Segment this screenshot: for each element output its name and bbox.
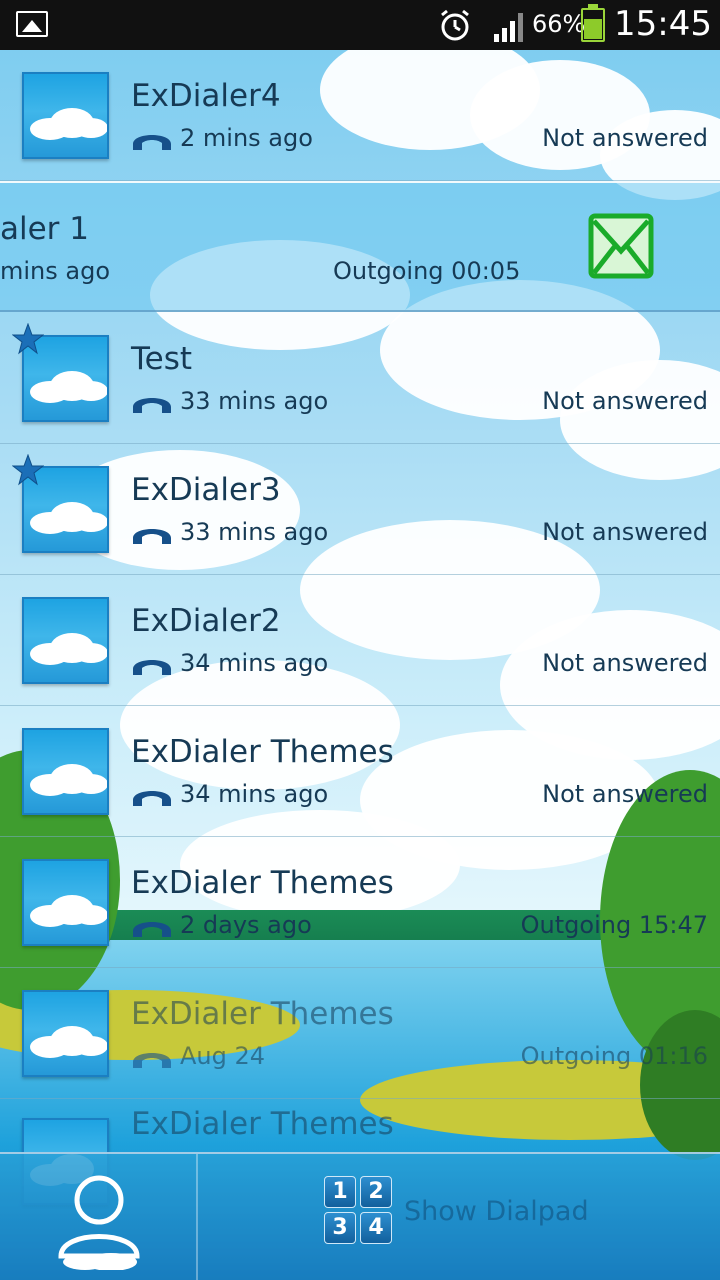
status-bar: 66% 15:45 [0,0,720,50]
show-dialpad-button[interactable]: 1 2 3 4 Show Dialpad [200,1154,720,1280]
call-time: 2 mins ago [180,124,313,152]
contact-name: ExDialer Themes [131,1106,394,1142]
contact-name: Test [131,341,193,377]
contact-name: ExDialer Themes [131,996,394,1032]
signal-icon [494,13,523,42]
dialpad-icon: 1 2 3 4 [324,1176,394,1246]
call-log-row[interactable]: ExDialer Themes 34 mins ago Not answered [0,706,720,837]
call-status: Outgoing 00:05 [333,257,521,285]
contact-name: ExDialer Themes [131,865,394,901]
dialpad-key: 4 [360,1212,392,1244]
call-time: 34 mins ago [180,649,329,677]
person-icon [58,1175,140,1270]
missed-call-icon [133,135,171,150]
missed-call-icon [133,398,171,413]
call-status: Not answered [542,387,708,415]
call-log-row[interactable]: ExDialer4 2 mins ago Not answered [0,50,720,181]
contact-name: ExDialer2 [131,603,281,639]
dialpad-key: 1 [324,1176,356,1208]
dialpad-key: 3 [324,1212,356,1244]
call-log-row[interactable]: ExDialer3 33 mins ago Not answered [0,444,720,575]
call-status: Not answered [542,649,708,677]
call-time: Aug 24 [180,1042,266,1070]
battery-icon [581,4,605,42]
outgoing-call-icon [133,1053,171,1068]
call-status: Not answered [542,518,708,546]
sms-icon[interactable] [588,213,654,279]
call-status: Not answered [542,780,708,808]
gallery-icon [16,11,48,37]
star-icon [12,323,44,355]
outgoing-call-icon [133,922,171,937]
missed-call-icon [133,660,171,675]
contact-avatar[interactable] [22,728,109,815]
contact-name: aler 1 [0,211,90,247]
call-log-row[interactable]: Test 33 mins ago Not answered [0,313,720,444]
call-log-row[interactable]: ExDialer2 34 mins ago Not answered [0,575,720,706]
call-time: 2 days ago [180,911,312,939]
call-time: 34 mins ago [180,780,329,808]
show-dialpad-label: Show Dialpad [404,1196,589,1227]
call-log-row[interactable]: ExDialer Themes Aug 24 Outgoing 01:16 [0,968,720,1099]
dialpad-key: 2 [360,1176,392,1208]
contact-avatar[interactable] [22,72,109,159]
call-status: Not answered [542,124,708,152]
clock: 15:45 [614,4,712,44]
missed-call-icon [133,529,171,544]
contacts-button[interactable] [0,1154,198,1280]
contact-name: ExDialer Themes [131,734,394,770]
star-icon [12,454,44,486]
call-time: 33 mins ago [180,387,329,415]
contact-avatar[interactable] [22,597,109,684]
call-log-row-swiped[interactable]: aler 1 mins ago Outgoing 00:05 [0,181,720,312]
missed-call-icon [133,791,171,806]
contact-name: ExDialer3 [131,472,281,508]
call-time: 33 mins ago [180,518,329,546]
call-time: mins ago [0,257,111,285]
call-status: Outgoing 01:16 [520,1042,708,1070]
alarm-icon [441,9,469,41]
bottom-bar: 1 2 3 4 Show Dialpad [0,1152,720,1280]
contact-name: ExDialer4 [131,78,281,114]
battery-percent: 66% [532,10,586,38]
contact-avatar[interactable] [22,990,109,1077]
call-log-row[interactable]: ExDialer Themes 2 days ago Outgoing 15:4… [0,837,720,968]
contact-avatar[interactable] [22,859,109,946]
call-status: Outgoing 15:47 [520,911,708,939]
